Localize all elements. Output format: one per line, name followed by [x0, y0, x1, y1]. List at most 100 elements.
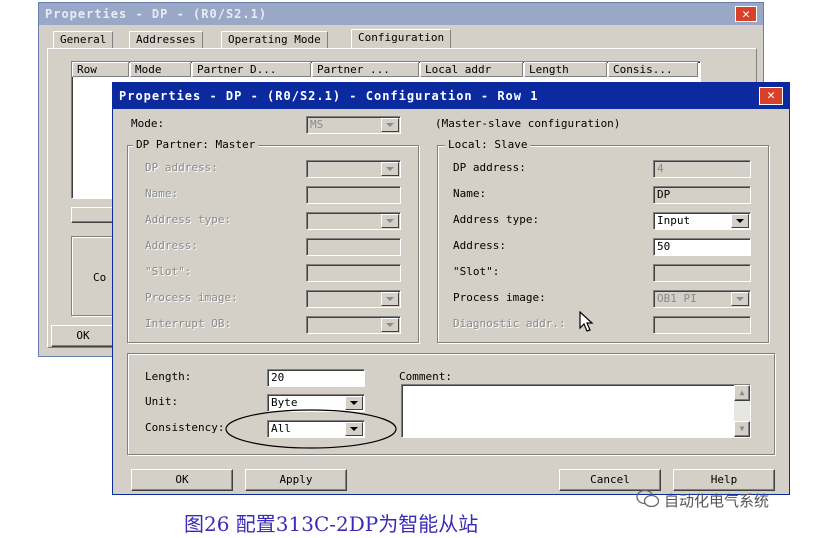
mode-value: MS	[310, 118, 324, 131]
col-consistency[interactable]: Consis...	[608, 62, 698, 77]
chevron-down-icon	[736, 297, 744, 301]
back-partial-label: Co	[93, 271, 107, 284]
partner-process-image-dropdown[interactable]	[381, 292, 399, 306]
local-address-label: Address:	[453, 239, 506, 252]
chevron-down-icon	[386, 297, 394, 301]
local-address-type-combo[interactable]: Input	[653, 212, 751, 230]
col-row-label: Row	[77, 63, 97, 76]
partner-slot-field[interactable]	[306, 264, 401, 282]
partner-process-image-combo[interactable]	[306, 290, 401, 308]
partner-dp-address-dropdown[interactable]	[381, 162, 399, 176]
help-button-label: Help	[710, 473, 738, 486]
col-mode-label: Mode	[135, 63, 162, 76]
comment-textarea[interactable]: ▲ ▼	[401, 384, 751, 438]
chevron-down-icon	[386, 219, 394, 223]
partner-dp-address-combo[interactable]	[306, 160, 401, 178]
ok-button-label: OK	[175, 473, 189, 486]
col-consistency-label: Consis...	[613, 63, 673, 76]
local-process-image-combo[interactable]: OB1 PI	[653, 290, 751, 308]
partner-interrupt-ob-combo[interactable]	[306, 316, 401, 334]
tab-addresses[interactable]: Addresses	[129, 31, 203, 48]
local-address-field[interactable]: 50	[653, 238, 751, 256]
local-slot-field[interactable]	[653, 264, 751, 282]
dialog-close-button[interactable]: ✕	[759, 87, 783, 105]
local-process-image-dropdown[interactable]	[731, 292, 749, 306]
partner-interrupt-ob-label: Interrupt OB:	[145, 317, 232, 330]
row-config-dialog: Properties - DP - (R0/S2.1) - Configurat…	[112, 82, 790, 495]
tab-general[interactable]: General	[53, 31, 114, 48]
partner-address-label: Address:	[145, 239, 198, 252]
tab-configuration[interactable]: Configuration	[351, 29, 452, 49]
mode-description: (Master-slave configuration)	[435, 117, 621, 130]
col-partner-addr[interactable]: Partner ...	[312, 62, 419, 77]
local-address-value: 50	[657, 240, 671, 253]
chevron-down-icon	[386, 123, 394, 127]
apply-button[interactable]: Apply	[245, 469, 347, 491]
partner-name-field[interactable]	[306, 186, 401, 204]
col-local-addr[interactable]: Local addr	[420, 62, 523, 77]
col-local-addr-label: Local addr	[425, 63, 492, 76]
back-close-button[interactable]: ✕	[735, 6, 757, 22]
local-address-type-value: Input	[657, 214, 691, 227]
cancel-button[interactable]: Cancel	[559, 469, 661, 491]
partner-address-type-combo[interactable]	[306, 212, 401, 230]
partner-name-label: Name:	[145, 187, 179, 200]
watermark-text: 自动化电气系统	[664, 492, 770, 510]
partner-address-field[interactable]	[306, 238, 401, 256]
local-name-field[interactable]: DP	[653, 186, 751, 204]
back-title: Properties - DP - (R0/S2.1)	[45, 7, 268, 21]
tab-configuration-label: Configuration	[358, 31, 445, 44]
local-dp-address-label: DP address:	[453, 161, 526, 174]
tab-general-label: General	[60, 33, 107, 46]
mouse-cursor-icon	[579, 311, 594, 332]
col-row[interactable]: Row	[72, 62, 129, 77]
length-field[interactable]: 20	[267, 369, 365, 387]
mode-dropdown-button[interactable]	[381, 118, 399, 132]
col-partner-dp-label: Partner D...	[197, 63, 277, 76]
local-diagnostic-field[interactable]	[653, 316, 751, 334]
ok-button[interactable]: OK	[131, 469, 233, 491]
cancel-button-label: Cancel	[590, 473, 630, 486]
partner-dp-address-label-text: DP address:	[145, 161, 218, 174]
comment-label: Comment:	[399, 370, 452, 383]
back-table-button[interactable]	[71, 207, 115, 223]
scroll-down-button[interactable]: ▼	[734, 421, 750, 437]
back-ok-button[interactable]: OK	[51, 325, 115, 347]
chevron-down-icon	[350, 401, 358, 405]
figure-caption: 图26 配置313C-2DP为智能从站	[184, 512, 479, 536]
length-value: 20	[271, 371, 285, 384]
tab-addresses-label: Addresses	[136, 33, 196, 46]
local-address-type-label: Address type:	[453, 213, 540, 226]
dialog-title: Properties - DP - (R0/S2.1) - Configurat…	[119, 89, 539, 103]
chevron-down-icon	[386, 167, 394, 171]
highlight-ellipse	[225, 409, 397, 449]
chevron-down-icon	[386, 323, 394, 327]
local-dp-address-value: 4	[657, 162, 664, 175]
partner-slot-label: "Slot":	[145, 265, 192, 278]
local-dp-address-field[interactable]: 4	[653, 160, 751, 178]
col-partner-addr-label: Partner ...	[317, 63, 390, 76]
length-label: Length:	[145, 370, 192, 383]
col-length[interactable]: Length	[524, 62, 607, 77]
col-mode[interactable]: Mode	[130, 62, 191, 77]
local-diagnostic-label: Diagnostic addr.:	[453, 317, 566, 330]
local-group-label: Local: Slave	[445, 138, 531, 151]
dialog-title-bar[interactable]: Properties - DP - (R0/S2.1) - Configurat…	[113, 83, 789, 109]
apply-button-label: Apply	[279, 473, 313, 486]
mode-label: Mode:	[131, 117, 165, 130]
partner-address-type-dropdown[interactable]	[381, 214, 399, 228]
partner-interrupt-ob-dropdown[interactable]	[381, 318, 399, 332]
tab-operating-mode[interactable]: Operating Mode	[221, 31, 328, 48]
local-address-type-dropdown[interactable]	[731, 214, 749, 228]
local-name-value: DP	[657, 188, 671, 201]
local-name-label: Name:	[453, 187, 487, 200]
partner-dp-address-label: DP address:	[145, 161, 218, 174]
col-partner-dp[interactable]: Partner D...	[192, 62, 311, 77]
back-title-bar[interactable]: Properties - DP - (R0/S2.1)	[39, 3, 763, 25]
mode-combo[interactable]: MS	[306, 116, 401, 134]
back-ok-label: OK	[76, 329, 90, 342]
scroll-up-button[interactable]: ▲	[734, 385, 750, 401]
tab-operating-mode-label: Operating Mode	[228, 33, 321, 46]
comment-scrollbar[interactable]: ▲ ▼	[734, 385, 750, 437]
help-button[interactable]: Help	[673, 469, 775, 491]
